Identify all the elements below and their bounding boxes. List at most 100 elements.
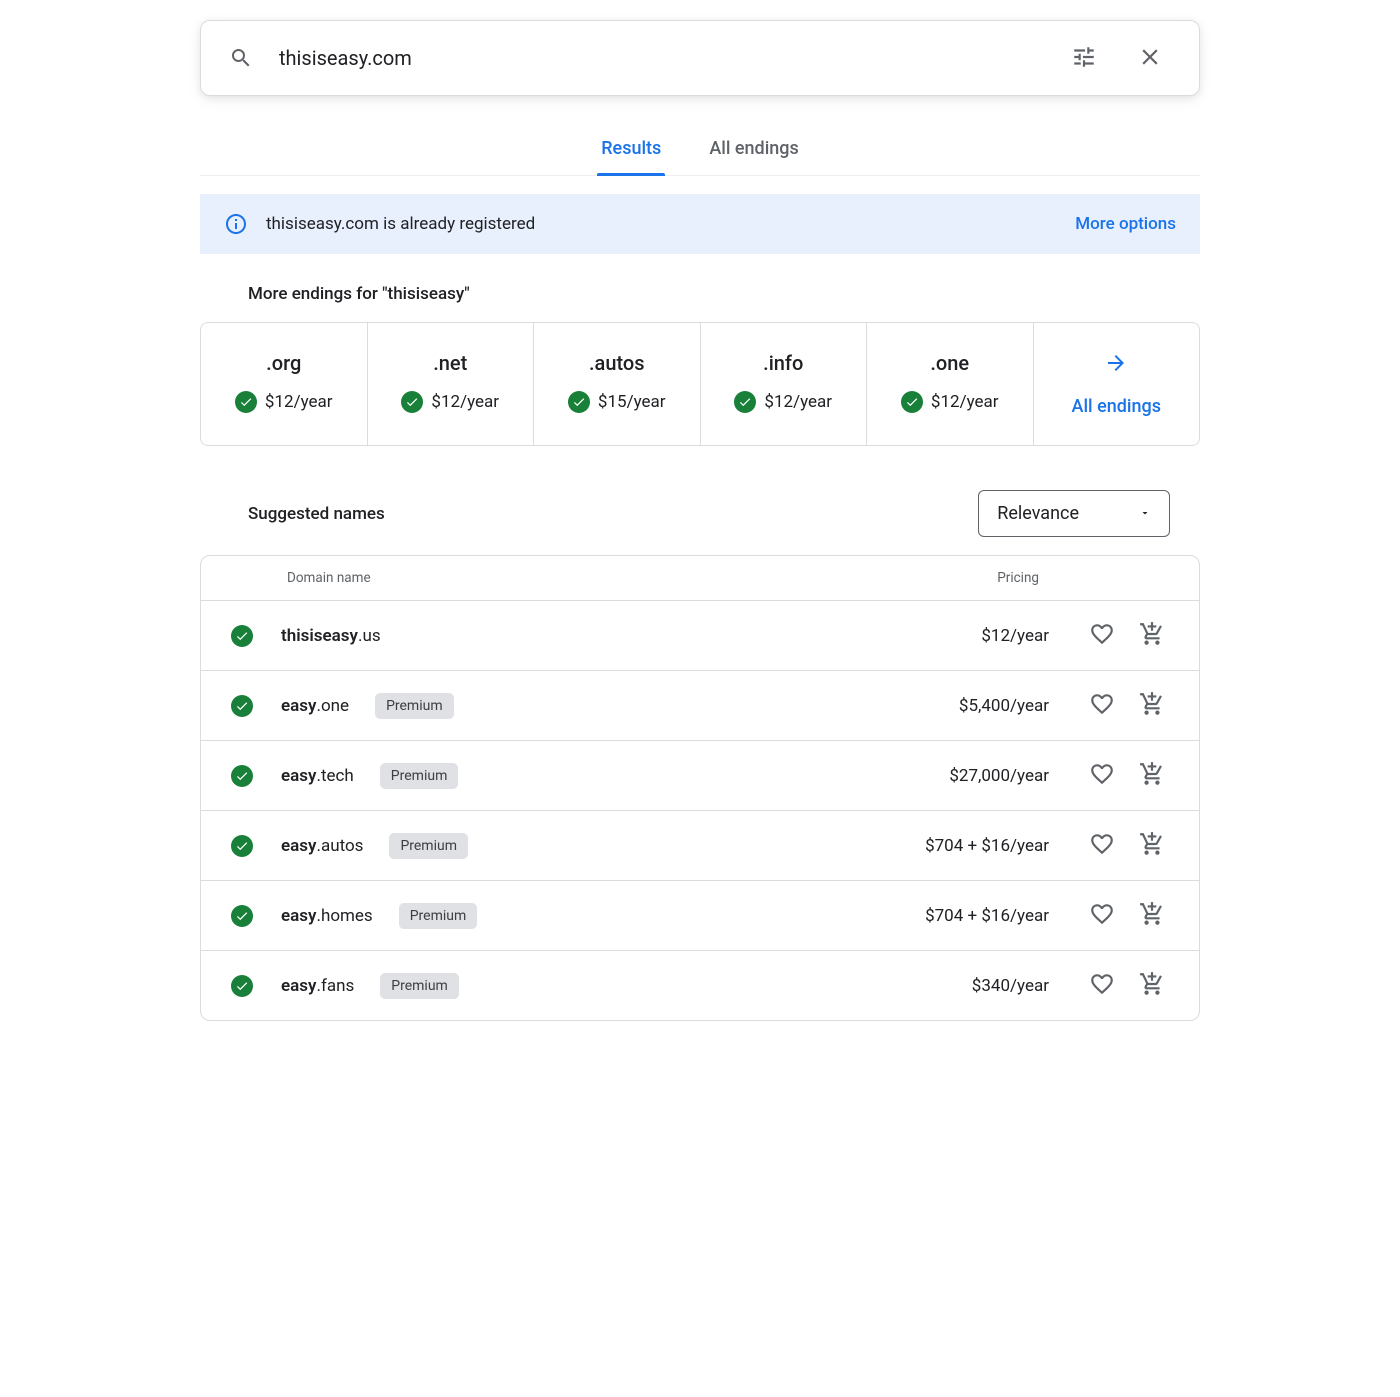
- domain-name: easy.one: [281, 696, 349, 716]
- check-icon: [568, 391, 590, 413]
- table-row[interactable]: easy.fans Premium $340/year: [201, 951, 1199, 1020]
- arrow-right-icon: [1104, 351, 1128, 380]
- favorite-button[interactable]: [1085, 617, 1119, 654]
- add-cart-icon: [1139, 971, 1165, 1000]
- add-cart-icon: [1139, 831, 1165, 860]
- premium-chip: Premium: [380, 763, 459, 789]
- add-to-cart-button[interactable]: [1135, 827, 1169, 864]
- domain-name: thisiseasy.us: [281, 626, 381, 646]
- all-endings-card[interactable]: All endings: [1034, 323, 1200, 445]
- col-pricing: Pricing: [997, 570, 1039, 586]
- table-row[interactable]: easy.autosPremium$704 + $16/year: [201, 811, 1199, 881]
- heart-icon: [1089, 971, 1115, 1000]
- table-header: Domain name Pricing: [201, 556, 1199, 601]
- more-options-link[interactable]: More options: [1075, 214, 1176, 234]
- ending-card[interactable]: .net $12/year: [368, 323, 535, 445]
- heart-icon: [1089, 761, 1115, 790]
- table-row[interactable]: thisiseasy.us $12/year: [201, 601, 1199, 671]
- premium-chip: Premium: [380, 973, 459, 999]
- ending-price: $12/year: [764, 392, 832, 412]
- add-cart-icon: [1139, 901, 1165, 930]
- heart-icon: [1089, 831, 1115, 860]
- ending-card[interactable]: .one $12/year: [867, 323, 1034, 445]
- table-row[interactable]: easy.one Premium $5,400/year: [201, 671, 1199, 741]
- heart-icon: [1089, 691, 1115, 720]
- add-cart-icon: [1139, 761, 1165, 790]
- ending-price-row: $12/year: [235, 391, 333, 413]
- clear-button[interactable]: [1129, 36, 1171, 81]
- premium-chip: Premium: [399, 903, 478, 929]
- ending-tld: .net: [433, 351, 467, 375]
- search-bar: [200, 20, 1200, 96]
- domain-name: easy.tech: [281, 766, 354, 786]
- check-icon: [231, 695, 253, 717]
- ending-card[interactable]: .org $12/year: [201, 323, 368, 445]
- banner-message: thisiseasy.com is already registered: [266, 214, 1075, 234]
- check-icon: [401, 391, 423, 413]
- results-tabs: Results All endings: [200, 124, 1200, 176]
- suggested-names-title: Suggested names: [248, 504, 385, 524]
- add-to-cart-button[interactable]: [1135, 967, 1169, 1004]
- ending-price: $12/year: [431, 392, 499, 412]
- domain-price: $704 + $16/year: [925, 906, 1049, 926]
- check-icon: [901, 391, 923, 413]
- domain-price: $27,000/year: [949, 766, 1049, 786]
- ending-tld: .one: [930, 351, 969, 375]
- info-icon: [224, 212, 248, 236]
- ending-tld: .org: [266, 351, 301, 375]
- ending-tld: .info: [763, 351, 803, 375]
- search-input[interactable]: [277, 45, 1039, 71]
- add-to-cart-button[interactable]: [1135, 687, 1169, 724]
- heart-icon: [1089, 621, 1115, 650]
- check-icon: [231, 975, 253, 997]
- favorite-button[interactable]: [1085, 757, 1119, 794]
- heart-icon: [1089, 901, 1115, 930]
- domain-name: easy.homes: [281, 906, 373, 926]
- add-to-cart-button[interactable]: [1135, 757, 1169, 794]
- tune-icon: [1071, 44, 1097, 73]
- ending-price-row: $12/year: [734, 391, 832, 413]
- favorite-button[interactable]: [1085, 687, 1119, 724]
- ending-price-row: $15/year: [568, 391, 666, 413]
- add-cart-icon: [1139, 621, 1165, 650]
- check-icon: [231, 835, 253, 857]
- search-icon: [229, 46, 253, 70]
- sort-select-value: Relevance: [997, 503, 1079, 524]
- tab-results[interactable]: Results: [597, 124, 665, 175]
- table-row[interactable]: easy.tech Premium $27,000/year: [201, 741, 1199, 811]
- col-domain-name: Domain name: [287, 570, 371, 586]
- tab-all-endings[interactable]: All endings: [705, 124, 802, 175]
- ending-price-row: $12/year: [401, 391, 499, 413]
- close-icon: [1137, 44, 1163, 73]
- domain-price: $340/year: [972, 976, 1049, 996]
- domain-price: $12/year: [981, 626, 1049, 646]
- premium-chip: Premium: [375, 693, 454, 719]
- add-to-cart-button[interactable]: [1135, 897, 1169, 934]
- check-icon: [231, 765, 253, 787]
- ending-tld: .autos: [589, 351, 645, 375]
- add-to-cart-button[interactable]: [1135, 617, 1169, 654]
- premium-chip: Premium: [389, 833, 468, 859]
- ending-card[interactable]: .autos $15/year: [534, 323, 701, 445]
- add-cart-icon: [1139, 691, 1165, 720]
- favorite-button[interactable]: [1085, 967, 1119, 1004]
- check-icon: [734, 391, 756, 413]
- ending-price: $12/year: [265, 392, 333, 412]
- domain-name: easy.fans: [281, 976, 354, 996]
- domain-price: $704 + $16/year: [925, 836, 1049, 856]
- sort-select[interactable]: Relevance: [978, 490, 1170, 537]
- ending-card[interactable]: .info $12/year: [701, 323, 868, 445]
- filter-button[interactable]: [1063, 36, 1105, 81]
- table-row[interactable]: easy.homes Premium $704 + $16/year: [201, 881, 1199, 951]
- ending-price-row: $12/year: [901, 391, 999, 413]
- favorite-button[interactable]: [1085, 827, 1119, 864]
- ending-price: $12/year: [931, 392, 999, 412]
- domain-price: $5,400/year: [959, 696, 1049, 716]
- favorite-button[interactable]: [1085, 897, 1119, 934]
- check-icon: [235, 391, 257, 413]
- suggested-domains-table: Domain name Pricing thisiseasy.us $12/yea…: [200, 555, 1200, 1021]
- endings-grid: .org $12/year .net $12/year .autos $15/year .i…: [200, 322, 1200, 446]
- check-icon: [231, 905, 253, 927]
- suggested-header: Suggested names Relevance: [200, 446, 1200, 555]
- dropdown-icon: [1139, 503, 1151, 524]
